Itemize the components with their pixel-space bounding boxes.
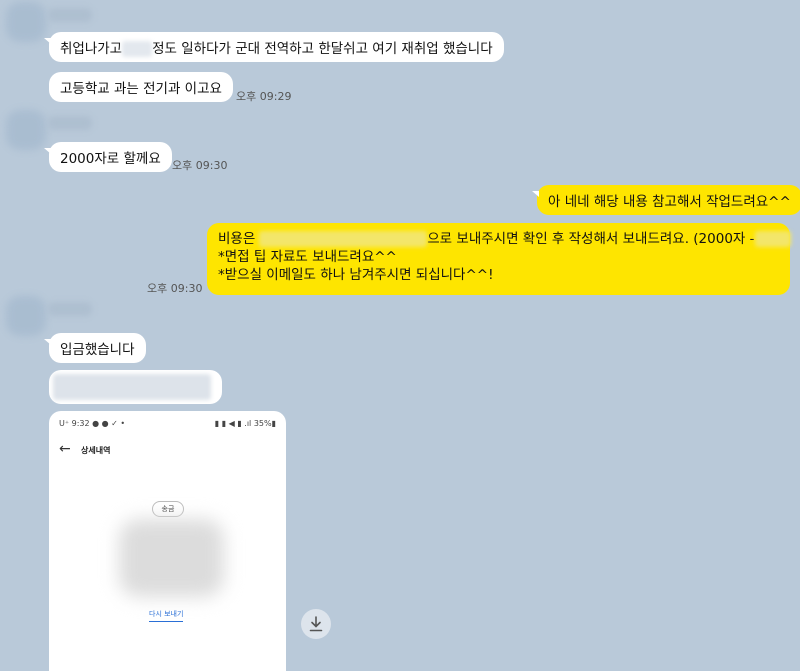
message-bubble-redacted[interactable] xyxy=(49,370,222,404)
message-text: 정도 일하다가 군대 전역하고 한달쉬고 여기 재취업 했습니다 xyxy=(152,41,493,57)
sender-name-blurred xyxy=(48,116,92,130)
message-bubble-mine[interactable]: 아 네네 해당 내용 참고해서 작업드려요^^ xyxy=(532,185,800,215)
message-text: 비용은 xyxy=(218,231,256,247)
redacted-text xyxy=(259,231,428,247)
message-text: 입금했습니다 xyxy=(60,342,135,358)
message-time: 오후 09:30 xyxy=(147,282,203,295)
message-time: 오후 09:30 xyxy=(172,159,228,172)
redacted-text xyxy=(53,374,211,400)
transfer-pill: 송금 xyxy=(152,501,184,517)
status-bar-right: ▮ ▮ ◀ ▮ .ıl 35%▮ xyxy=(214,419,276,428)
shared-image[interactable]: U⁺ 9:32 ● ● ✓ • ▮ ▮ ◀ ▮ .ıl 35%▮ ← 상세내역 … xyxy=(49,411,286,671)
sender-name-blurred xyxy=(48,302,92,316)
status-bar-left: U⁺ 9:32 ● ● ✓ • xyxy=(59,419,126,428)
download-icon[interactable] xyxy=(301,609,331,639)
message-text: 고등학교 과는 전기과 이고요 xyxy=(60,81,222,97)
message-bubble[interactable]: 고등학교 과는 전기과 이고요 xyxy=(49,72,233,102)
redacted-text xyxy=(122,41,153,57)
message-text: 2000자로 할께요 xyxy=(60,151,161,167)
avatar[interactable] xyxy=(6,296,46,336)
message-time: 오후 09:29 xyxy=(236,90,292,103)
avatar[interactable] xyxy=(6,2,46,42)
sender-name-blurred xyxy=(48,8,92,22)
message-text: 취업나가고 xyxy=(60,41,123,57)
message-text: *받으실 이메일도 하나 남겨주시면 되십니다^^! xyxy=(218,267,494,283)
message-bubble-mine[interactable]: 비용은 으로 보내주시면 확인 후 작성해서 보내드려요. (2000자 - *면… xyxy=(207,223,791,295)
screen-title: 상세내역 xyxy=(81,446,111,455)
avatar[interactable] xyxy=(6,110,46,150)
redacted-text xyxy=(754,231,791,247)
redacted-amount xyxy=(119,519,224,597)
message-text: 으로 보내주시면 확인 후 작성해서 보내드려요. (2000자 - xyxy=(427,231,755,247)
message-bubble[interactable]: 2000자로 할께요 xyxy=(44,142,172,172)
message-bubble[interactable]: 취업나가고 정도 일하다가 군대 전역하고 한달쉬고 여기 재취업 했습니다 xyxy=(44,32,504,62)
message-bubble[interactable]: 입금했습니다 xyxy=(44,333,146,363)
resend-link: 다시 보내기 xyxy=(149,609,184,622)
message-text: *면접 팁 자료도 보내드려요^^ xyxy=(218,249,397,265)
arrow-left-icon: ← xyxy=(59,441,71,457)
download-icon-glyph xyxy=(309,616,323,632)
message-text: 아 네네 해당 내용 참고해서 작업드려요^^ xyxy=(548,194,791,210)
